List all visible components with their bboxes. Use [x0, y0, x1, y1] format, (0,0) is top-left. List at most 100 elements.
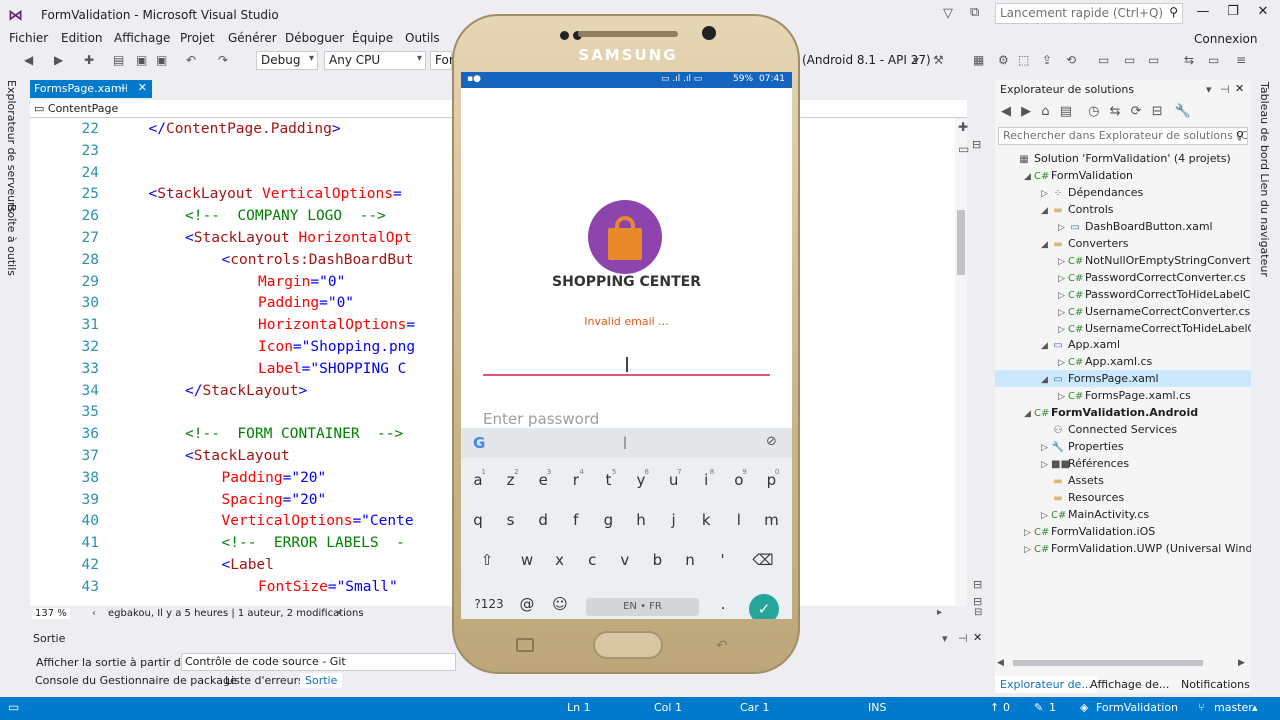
tree-item[interactable]: ◢ ▭ App.xaml	[995, 336, 1251, 353]
tree-item[interactable]: ◢ C# FormValidation.Android	[995, 404, 1251, 421]
new-project-icon[interactable]: ✚	[84, 53, 94, 67]
tree-item[interactable]: ▦ Solution 'FormValidation' (4 projets)	[995, 150, 1251, 167]
redo-icon[interactable]: ↷	[218, 53, 228, 67]
expand-toggle-icon[interactable]: ▷	[1058, 271, 1068, 286]
scroll-left-icon[interactable]: ◀	[997, 658, 1004, 668]
expand-toggle-icon[interactable]: ▷	[1041, 440, 1051, 455]
filter-icon[interactable]: ▽	[943, 6, 953, 21]
key-z[interactable]: z2	[497, 464, 525, 496]
tool-icon[interactable]: ⚙	[998, 53, 1009, 67]
key-p[interactable]: p0	[757, 464, 785, 496]
tab-solution-explorer[interactable]: Explorateur de...	[995, 676, 1097, 693]
space-key[interactable]: EN • FR	[586, 598, 699, 616]
menu-edition[interactable]: Edition	[61, 31, 103, 45]
status-repo[interactable]: FormValidation	[1096, 701, 1178, 714]
status-push-count[interactable]: 0	[1003, 701, 1010, 714]
feedback-icon[interactable]: ⧉	[970, 5, 979, 20]
tree-item[interactable]: ▷C#NotNullOrEmptyStringConverter.cs	[995, 252, 1251, 269]
expand-toggle-icon[interactable]: ◢	[1024, 406, 1034, 421]
open-icon[interactable]: ▤	[113, 53, 124, 67]
scroll-right-icon[interactable]: ▸	[937, 607, 942, 618]
device-manager-icon[interactable]: ▦	[973, 53, 984, 67]
wrench-icon[interactable]: 🔧	[1175, 104, 1191, 119]
expand-toggle-icon[interactable]: ▷	[1041, 186, 1051, 201]
tree-item[interactable]: ◢ C# FormValidation	[995, 167, 1251, 184]
shopping-bag-icon[interactable]	[588, 200, 662, 274]
menu-projet[interactable]: Projet	[180, 31, 214, 45]
pin-icon[interactable]: ⊣	[118, 82, 128, 95]
backspace-key[interactable]: ⌫	[749, 544, 777, 576]
close-icon[interactable]: ✕	[1235, 82, 1244, 95]
undo-icon[interactable]: ↶	[186, 53, 196, 67]
tool-icon[interactable]: ⇆	[1184, 53, 1194, 67]
chevron-down-icon[interactable]: ▾	[942, 632, 948, 645]
recent-apps-button[interactable]	[516, 638, 534, 652]
key-s[interactable]: s	[497, 504, 525, 536]
key-c[interactable]: c	[578, 544, 606, 576]
status-branch[interactable]: master	[1214, 701, 1253, 714]
config-select[interactable]: Debug ▾	[256, 51, 318, 70]
expand-toggle-icon[interactable]: ▷	[1058, 288, 1068, 303]
expand-toggle-icon[interactable]: ◢	[1024, 169, 1034, 184]
key-a[interactable]: a1	[464, 464, 492, 496]
tree-item[interactable]: ▷C#PasswordCorrectToHideLabelConv	[995, 286, 1251, 303]
tree-item[interactable]: ▷C#FormValidation.UWP (Universal Windows…	[995, 540, 1251, 557]
push-icon[interactable]: ↑	[990, 701, 999, 714]
key-o[interactable]: o9	[725, 464, 753, 496]
tab-class-view[interactable]: Affichage de...	[1085, 676, 1174, 693]
expand-toggle-icon[interactable]: ▷	[1024, 542, 1034, 557]
tree-item[interactable]: ▷ 🔧 Properties	[995, 438, 1251, 455]
pin-icon[interactable]: ⊣	[958, 632, 968, 645]
key-w[interactable]: w	[513, 544, 541, 576]
chevron-down-icon[interactable]: ▾	[1206, 83, 1212, 96]
key-e[interactable]: e3	[529, 464, 557, 496]
emoji-key[interactable]: ☺	[546, 588, 574, 619]
maximize-button[interactable]: ❐	[1218, 4, 1248, 19]
key-x[interactable]: x	[546, 544, 574, 576]
tool-icon[interactable]: ▭	[1148, 53, 1159, 67]
menu-fichier[interactable]: Fichier	[9, 31, 48, 45]
pin-icon[interactable]: ⊣	[1220, 83, 1230, 96]
mic-off-icon[interactable]: ⊘	[766, 434, 777, 449]
key-h[interactable]: h	[627, 504, 655, 536]
key-k[interactable]: k	[692, 504, 720, 536]
tab-notifications[interactable]: Notifications	[1176, 676, 1255, 693]
key-r[interactable]: r4	[562, 464, 590, 496]
pane-icon[interactable]: ⊟	[974, 607, 982, 618]
output-source-select[interactable]: Contrôle de code source - Git	[181, 653, 456, 671]
home-icon[interactable]: ⌂	[1041, 104, 1049, 119]
minimap-icon[interactable]: ▭	[958, 142, 969, 156]
password-field[interactable]: Enter password	[483, 410, 599, 428]
menu-outils[interactable]: Outils	[405, 31, 440, 45]
tree-item[interactable]: ▷ C# App.xaml.cs	[995, 353, 1251, 370]
minimize-button[interactable]: —	[1188, 4, 1218, 19]
save-icon[interactable]: ▣	[136, 53, 147, 67]
tool-icon[interactable]: ▭	[1208, 53, 1219, 67]
tab-package-manager-console[interactable]: Console du Gestionnaire de package	[30, 673, 242, 688]
menu-generer[interactable]: Générer	[228, 31, 277, 45]
tool-icon[interactable]: ▭	[1098, 53, 1109, 67]
expand-toggle-icon[interactable]: ▷	[1041, 457, 1051, 472]
forward-icon[interactable]: ▶	[1021, 104, 1031, 119]
tree-item[interactable]: ◢ ▬ Converters	[995, 235, 1251, 252]
expand-toggle-icon[interactable]: ▷	[1024, 525, 1034, 540]
key-b[interactable]: b	[643, 544, 671, 576]
toolbox-tab[interactable]: Boîte à outils	[5, 204, 18, 276]
tree-item[interactable]: ▷ ▭ DashBoardButton.xaml	[995, 218, 1251, 235]
at-key[interactable]: @	[513, 588, 541, 619]
tree-item[interactable]: ▷ C# UsernameCorrectConverter.cs	[995, 303, 1251, 320]
sign-in-link[interactable]: Connexion	[1194, 32, 1258, 46]
scroll-left-icon[interactable]: ◂	[336, 607, 341, 618]
minus-icon[interactable]: ⊟	[972, 138, 981, 151]
expand-toggle-icon[interactable]: ◢	[1041, 203, 1051, 218]
expand-toggle-icon[interactable]: ◢	[1041, 237, 1051, 252]
tree-item[interactable]: ▷C#UsernameCorrectToHideLabelConv	[995, 320, 1251, 337]
expand-toggle-icon[interactable]: ▷	[1041, 508, 1051, 523]
tool-icon[interactable]: ▭	[1124, 53, 1135, 67]
status-changes-count[interactable]: 1	[1049, 701, 1056, 714]
tree-scrollbar-thumb[interactable]	[1013, 660, 1203, 666]
sync-icon[interactable]: ⇆	[1110, 104, 1121, 119]
back-button[interactable]: ↶	[716, 638, 728, 654]
refresh-icon[interactable]: ⟳	[1131, 104, 1142, 119]
dashboard-tab[interactable]: Tableau de bord Lien du navigateur	[1258, 82, 1271, 277]
